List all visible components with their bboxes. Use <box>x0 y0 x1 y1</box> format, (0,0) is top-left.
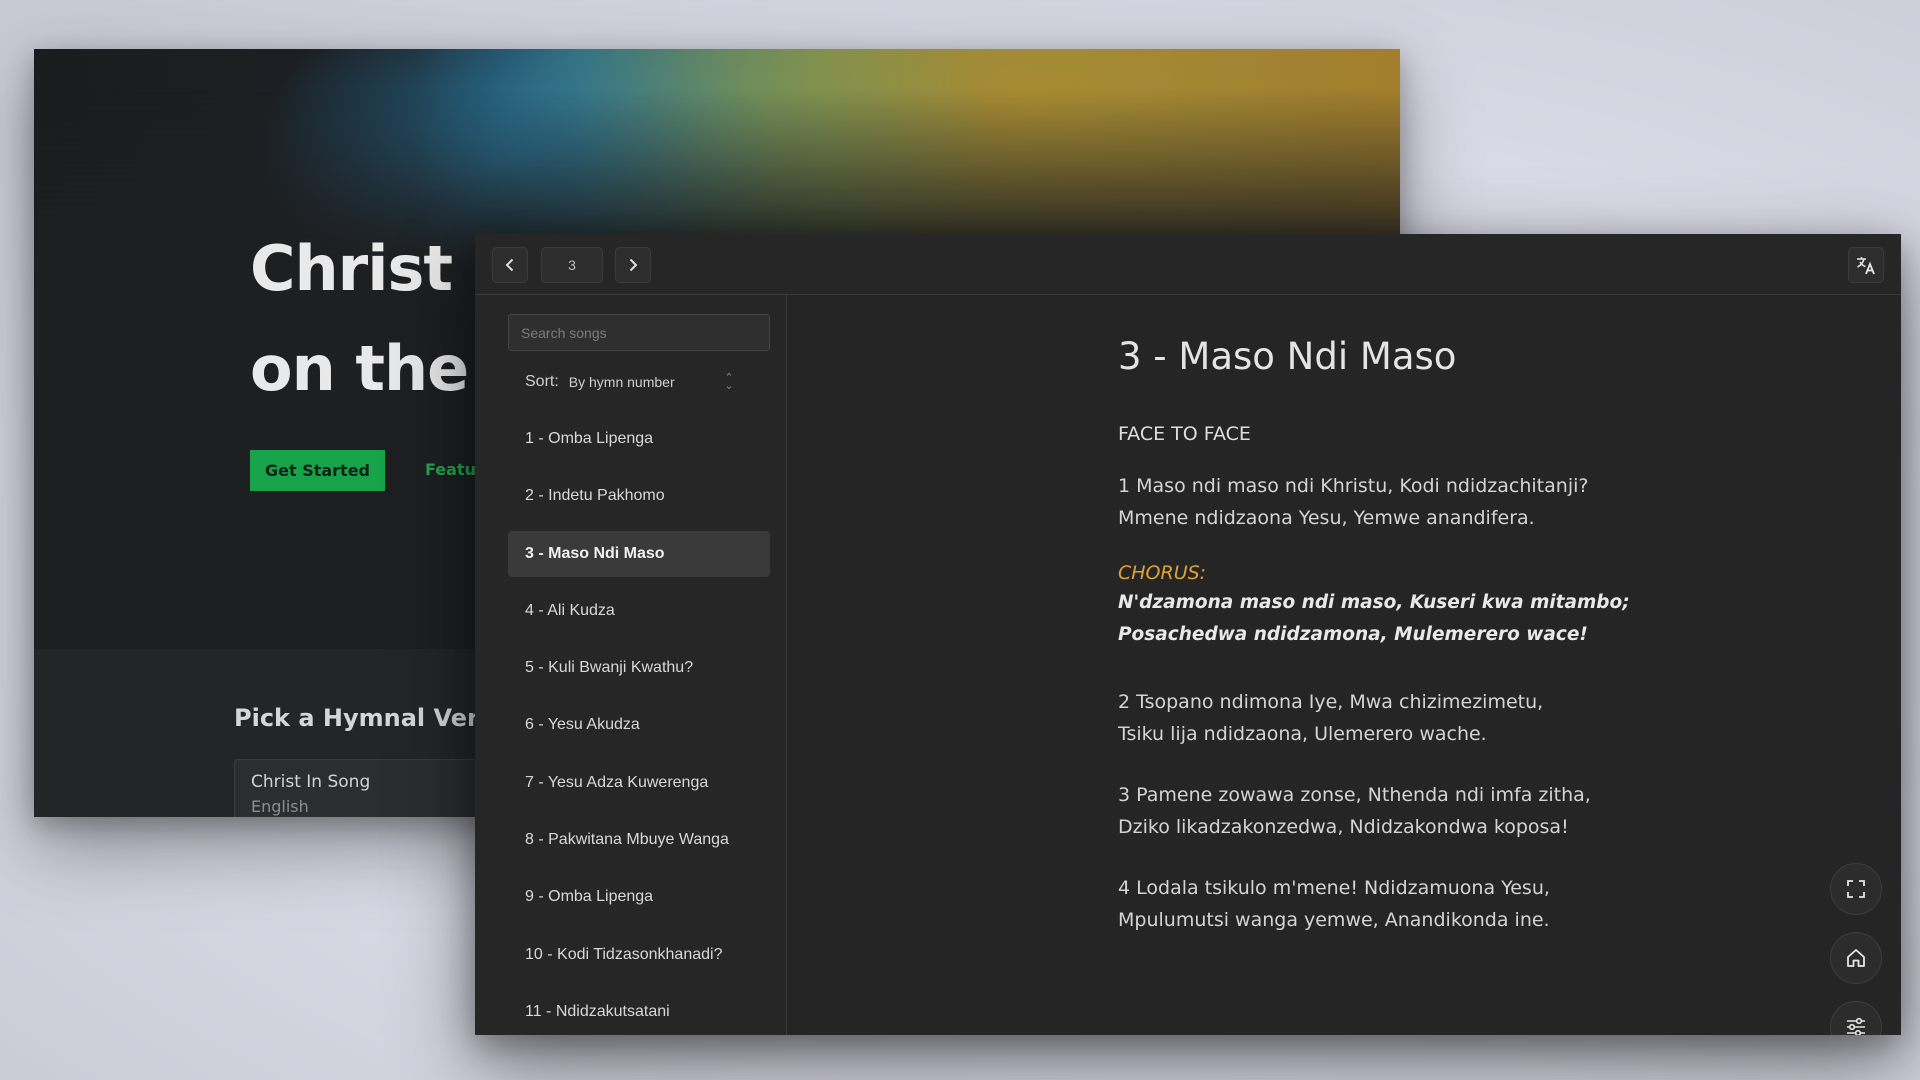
pick-hymnal-heading: Pick a Hymnal Versi <box>234 704 502 732</box>
song-list-item[interactable]: 2 - Indetu Pakhomo <box>508 473 770 519</box>
settings-sliders-icon <box>1847 1017 1865 1035</box>
get-started-button[interactable]: Get Started <box>250 450 385 491</box>
song-sidebar: Sort: By hymn number ⌃⌄ 1 - Omba Lipenga… <box>475 295 787 1035</box>
verse-3: 3 Pamene zowawa zonse, Nthenda ndi imfa … <box>1118 784 1591 838</box>
hymnal-name: Christ In Song <box>251 772 371 792</box>
chorus-label: CHORUS: <box>1118 562 1207 584</box>
chevron-left-icon <box>505 258 514 272</box>
song-list-item[interactable]: 11 - Ndidzakutsatani <box>508 989 770 1035</box>
verse-2: 2 Tsopano ndimona Iye, Mwa chizimezimetu… <box>1118 691 1544 745</box>
chevron-right-icon <box>629 258 638 272</box>
verse-4: 4 Lodala tsikulo m'mene! Ndidzamuona Yes… <box>1118 877 1550 931</box>
home-icon <box>1847 949 1865 967</box>
previous-song-button[interactable] <box>492 247 528 283</box>
chevron-updown-icon: ⌃ ⌄ <box>724 372 734 392</box>
settings-button[interactable] <box>1830 1001 1882 1035</box>
song-list: 1 - Omba Lipenga 2 - Indetu Pakhomo 3 - Ma… <box>508 416 770 1035</box>
song-list-item[interactable]: 1 - Omba Lipenga <box>508 416 770 462</box>
translate-icon <box>1857 257 1875 275</box>
sort-select[interactable]: By hymn number <box>569 374 723 390</box>
chorus-text: N'dzamona maso ndi maso, Kuseri kwa mita… <box>1118 592 1630 645</box>
song-list-item[interactable]: 6 - Yesu Akudza <box>508 702 770 748</box>
song-content: 3 - Maso Ndi Maso FACE TO FACE 1 Maso nd… <box>787 295 1901 1035</box>
song-list-item[interactable]: 5 - Kuli Bwanji Kwathu? <box>508 645 770 691</box>
search-songs-input[interactable] <box>508 314 770 351</box>
fullscreen-button[interactable] <box>1830 863 1882 915</box>
sort-control[interactable]: Sort: By hymn number ⌃ ⌄ <box>525 367 735 397</box>
hymnal-language: English <box>251 797 309 816</box>
song-list-item[interactable]: 10 - Kodi Tidzasonkhanadi? <box>508 932 770 978</box>
next-song-button[interactable] <box>615 247 651 283</box>
song-list-item[interactable]: 4 - Ali Kudza <box>508 588 770 634</box>
hero-title: Christ i on the <box>250 232 494 405</box>
song-list-item[interactable]: 8 - Pakwitana Mbuye Wanga <box>508 817 770 863</box>
sort-label: Sort: <box>525 373 559 390</box>
top-toolbar <box>475 234 1901 295</box>
verse-1: 1 Maso ndi maso ndi Khristu, Kodi ndidza… <box>1118 475 1589 529</box>
fullscreen-icon <box>1847 880 1865 898</box>
song-title: 3 - Maso Ndi Maso <box>1118 335 1457 378</box>
translate-button[interactable] <box>1848 247 1884 283</box>
song-list-item[interactable]: 7 - Yesu Adza Kuwerenga <box>508 760 770 806</box>
home-button[interactable] <box>1830 932 1882 984</box>
song-number-input[interactable] <box>541 247 603 283</box>
song-list-item[interactable]: 9 - Omba Lipenga <box>508 874 770 920</box>
song-subtitle: FACE TO FACE <box>1118 423 1251 445</box>
song-list-item[interactable]: 3 - Maso Ndi Maso <box>508 530 770 577</box>
hymn-app-window: Sort: By hymn number ⌃⌄ 1 - Omba Lipenga… <box>475 234 1901 1035</box>
